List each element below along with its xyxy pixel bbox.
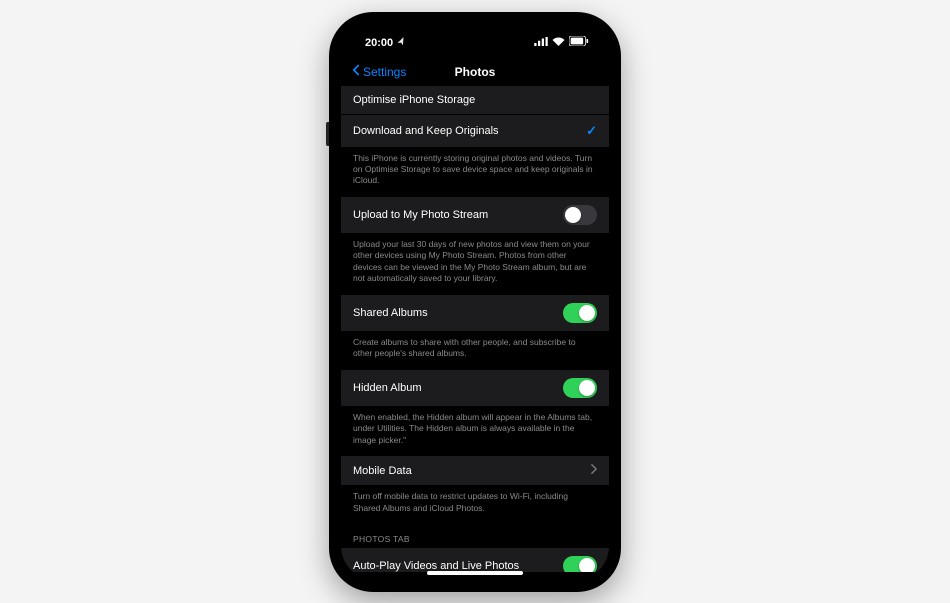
footer-text: This iPhone is currently storing origina… <box>341 148 609 197</box>
row-shared-albums[interactable]: Shared Albums <box>341 295 609 331</box>
status-time: 20:00 <box>365 37 393 49</box>
row-autoplay-videos-live-photos[interactable]: Auto-Play Videos and Live Photos <box>341 548 609 571</box>
notch <box>411 24 539 46</box>
row-label: Upload to My Photo Stream <box>353 209 488 221</box>
battery-icon <box>569 36 589 49</box>
chevron-left-icon <box>351 64 361 79</box>
footer-text: Create albums to share with other people… <box>341 332 609 370</box>
toggle-hidden-album[interactable] <box>563 378 597 398</box>
row-label: Download and Keep Originals <box>353 125 499 137</box>
row-download-keep-originals[interactable]: Download and Keep Originals ✓ <box>341 115 609 147</box>
footer-text: When enabled, the Hidden album will appe… <box>341 407 609 456</box>
footer-text: Upload your last 30 days of new photos a… <box>341 234 609 295</box>
wifi-icon <box>552 37 565 49</box>
toggle-autoplay[interactable] <box>563 556 597 571</box>
page-title: Photos <box>455 65 496 79</box>
footer-text: Turn off mobile data to restrict updates… <box>341 486 609 524</box>
checkmark-icon: ✓ <box>586 123 597 139</box>
nav-bar: Settings Photos <box>341 58 609 86</box>
location-icon <box>396 36 408 49</box>
chevron-right-icon <box>591 464 597 477</box>
row-label: Mobile Data <box>353 465 412 477</box>
back-label: Settings <box>363 65 406 79</box>
screen: 20:00 Se <box>341 24 609 580</box>
row-label: Optimise iPhone Storage <box>353 94 475 106</box>
home-indicator[interactable] <box>427 571 523 575</box>
row-mobile-data[interactable]: Mobile Data <box>341 456 609 485</box>
toggle-upload[interactable] <box>563 205 597 225</box>
section-header-photos-tab: PHOTOS TAB <box>341 524 609 548</box>
phone-frame: 20:00 Se <box>329 12 621 592</box>
toggle-shared-albums[interactable] <box>563 303 597 323</box>
row-label: Shared Albums <box>353 307 428 319</box>
row-label: Hidden Album <box>353 382 422 394</box>
row-upload-my-photo-stream[interactable]: Upload to My Photo Stream <box>341 197 609 233</box>
back-button[interactable]: Settings <box>351 64 406 79</box>
settings-list: Optimise iPhone Storage Download and Kee… <box>341 86 609 572</box>
row-hidden-album[interactable]: Hidden Album <box>341 370 609 406</box>
row-optimise-storage[interactable]: Optimise iPhone Storage <box>341 86 609 114</box>
